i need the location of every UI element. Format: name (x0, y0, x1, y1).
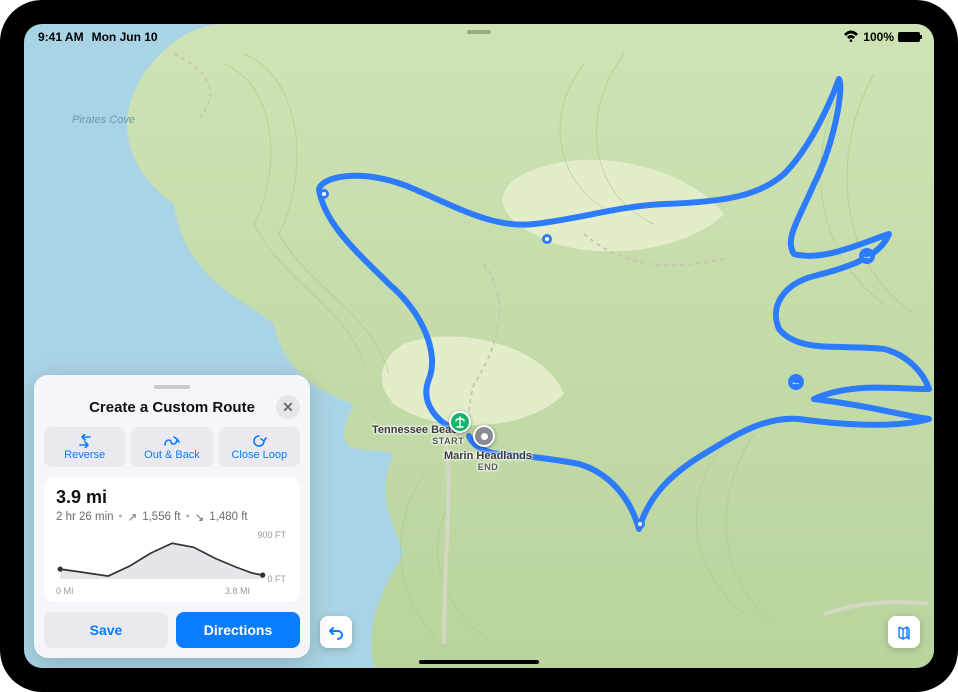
route-distance: 3.9 mi (56, 487, 288, 508)
route-stats: 3.9 mi 2 hr 26 min • ↗ 1,556 ft • ↘ 1,48… (44, 477, 300, 602)
home-indicator[interactable] (419, 660, 539, 664)
out-and-back-icon (163, 434, 181, 448)
elevation-chart: 900 FT 0 FT 0 MI 3.8 MI (56, 530, 288, 594)
save-button[interactable]: Save (44, 612, 168, 648)
undo-button[interactable] (320, 616, 352, 648)
route-tools: Reverse Out & Back Close Loop (44, 427, 300, 467)
battery-percent: 100% (863, 30, 894, 44)
chart-xtick-max: 3.8 MI (225, 586, 250, 596)
route-card: Create a Custom Route ✕ Reverse Out & Ba (34, 375, 310, 658)
chart-ytick-max: 900 FT (257, 530, 286, 540)
out-and-back-button[interactable]: Out & Back (131, 427, 212, 467)
multitask-handle-icon[interactable] (467, 30, 491, 34)
close-button[interactable]: ✕ (276, 395, 300, 419)
status-time: 9:41 AM (38, 30, 84, 44)
route-direction-icon: → (859, 248, 875, 264)
start-tag: START (372, 436, 464, 446)
device-frame: 9:41 AM Mon Jun 10 100% (0, 0, 958, 692)
chart-ytick-min: 0 FT (267, 574, 286, 584)
card-grab-handle-icon[interactable] (154, 385, 190, 389)
wifi-icon (843, 30, 859, 45)
close-loop-label: Close Loop (231, 449, 287, 461)
reverse-button[interactable]: Reverse (44, 427, 125, 467)
end-tag: END (444, 462, 532, 472)
water-label-pirates-cove: Pirates Cove (72, 114, 135, 126)
close-loop-button[interactable]: Close Loop (219, 427, 300, 467)
route-descent: 1,480 ft (209, 511, 247, 523)
route-duration: 2 hr 26 min (56, 511, 114, 523)
status-bar: 9:41 AM Mon Jun 10 100% (24, 24, 934, 46)
route-ascent: 1,556 ft (142, 511, 180, 523)
out-and-back-label: Out & Back (144, 449, 200, 461)
route-start-pin[interactable] (449, 411, 471, 433)
descent-icon: ↘ (195, 510, 205, 524)
end-label: Marin Headlands END (444, 450, 532, 472)
reverse-icon (77, 434, 93, 448)
battery-icon (898, 32, 920, 42)
route-waypoint[interactable] (542, 234, 552, 244)
ascent-icon: ↗ (128, 510, 138, 524)
directions-label: Directions (204, 622, 272, 638)
chart-xtick-min: 0 MI (56, 586, 74, 596)
close-loop-icon (251, 434, 267, 448)
close-icon: ✕ (282, 399, 294, 416)
status-date: Mon Jun 10 (92, 30, 158, 44)
route-waypoint[interactable] (635, 519, 645, 529)
directions-button[interactable]: Directions (176, 612, 300, 648)
card-title: Create a Custom Route (89, 399, 255, 416)
route-waypoint[interactable] (319, 189, 329, 199)
reverse-label: Reverse (64, 449, 105, 461)
route-end-pin[interactable] (473, 425, 495, 447)
screen: 9:41 AM Mon Jun 10 100% (24, 24, 934, 668)
map-mode-button[interactable] (888, 616, 920, 648)
save-label: Save (90, 622, 123, 638)
route-direction-icon: ← (788, 374, 804, 390)
